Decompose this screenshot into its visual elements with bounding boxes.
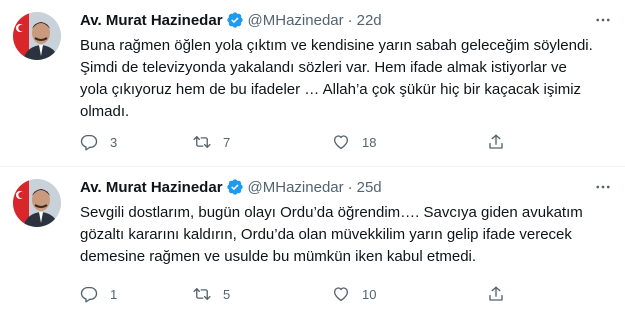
like-button[interactable]: 18: [332, 132, 487, 152]
reply-icon: [80, 134, 98, 151]
reply-button[interactable]: 3: [80, 132, 193, 152]
more-options-icon[interactable]: [593, 177, 613, 197]
author-handle[interactable]: @MHazinedar: [248, 179, 344, 196]
like-count: 18: [362, 134, 377, 150]
reply-icon: [80, 286, 98, 303]
share-button[interactable]: [487, 132, 507, 152]
tweet-text: Buna rağmen öğlen yola çıktım ve kendisi…: [80, 35, 613, 123]
avatar-photo: [13, 12, 61, 60]
tweet-actions: 1 5 10: [80, 284, 507, 304]
tweet-text-line: olmadı.: [80, 103, 130, 120]
avatar-photo: [13, 179, 61, 227]
tweet-text-line: Buna rağmen öğlen yola çıktım ve kendisi…: [80, 37, 593, 54]
tweet-actions: 3 7 18: [80, 132, 507, 152]
separator: ·: [347, 11, 353, 29]
share-button[interactable]: [487, 284, 507, 304]
tweet-text-line: gözaltı kararını kaldırın, Ordu’da olan …: [80, 226, 572, 243]
reply-count: 3: [110, 134, 118, 150]
tweet-body: Av. Murat Hazinedar @MHazinedar · 22d Bu…: [80, 10, 613, 123]
more-options-icon[interactable]: [593, 10, 613, 30]
author-name[interactable]: Av. Murat Hazinedar: [80, 12, 223, 29]
retweet-count: 7: [223, 134, 231, 150]
like-icon: [333, 135, 349, 150]
tweet-feed: Av. Murat Hazinedar @MHazinedar · 22d Bu…: [0, 0, 625, 315]
tweet-text: Sevgili dostlarım, bugün olayı Ordu’da ö…: [80, 202, 613, 268]
retweet-icon: [193, 136, 211, 148]
verified-badge-icon: [226, 11, 244, 29]
tweet[interactable]: Av. Murat Hazinedar @MHazinedar · 25d Se…: [0, 167, 625, 315]
avatar[interactable]: [13, 179, 61, 227]
reply-count: 1: [110, 286, 118, 302]
retweet-icon: [193, 288, 211, 300]
tweet-text-line: Sevgili dostlarım, bugün olayı Ordu’da ö…: [80, 204, 583, 221]
like-button[interactable]: 10: [332, 284, 487, 304]
like-count: 10: [362, 286, 377, 302]
tweet[interactable]: Av. Murat Hazinedar @MHazinedar · 22d Bu…: [0, 0, 625, 167]
tweet-header: Av. Murat Hazinedar @MHazinedar · 25d: [80, 177, 613, 197]
separator: ·: [347, 178, 353, 196]
tweet-text-line: Şimdi de televizyonda yakalandı sözleri …: [80, 59, 567, 76]
tweet-header: Av. Murat Hazinedar @MHazinedar · 22d: [80, 10, 613, 30]
timestamp[interactable]: 22d: [357, 12, 382, 29]
reply-button[interactable]: 1: [80, 284, 193, 304]
verified-badge-icon: [226, 178, 244, 196]
timestamp[interactable]: 25d: [357, 179, 382, 196]
author-name[interactable]: Av. Murat Hazinedar: [80, 179, 223, 196]
retweet-count: 5: [223, 286, 231, 302]
tweet-body: Av. Murat Hazinedar @MHazinedar · 25d Se…: [80, 177, 613, 268]
tweet-text-line: yola çıkıyoruz hem de bu ifadeler … Alla…: [80, 81, 582, 98]
author-handle[interactable]: @MHazinedar: [248, 12, 344, 29]
like-icon: [333, 287, 349, 302]
tweet-text-line: demesine rağmen ve usulde bu mümkün iken…: [80, 248, 477, 265]
retweet-button[interactable]: 5: [193, 284, 332, 304]
avatar[interactable]: [13, 12, 61, 60]
retweet-button[interactable]: 7: [193, 132, 332, 152]
share-icon: [489, 134, 503, 149]
share-icon: [489, 286, 503, 301]
